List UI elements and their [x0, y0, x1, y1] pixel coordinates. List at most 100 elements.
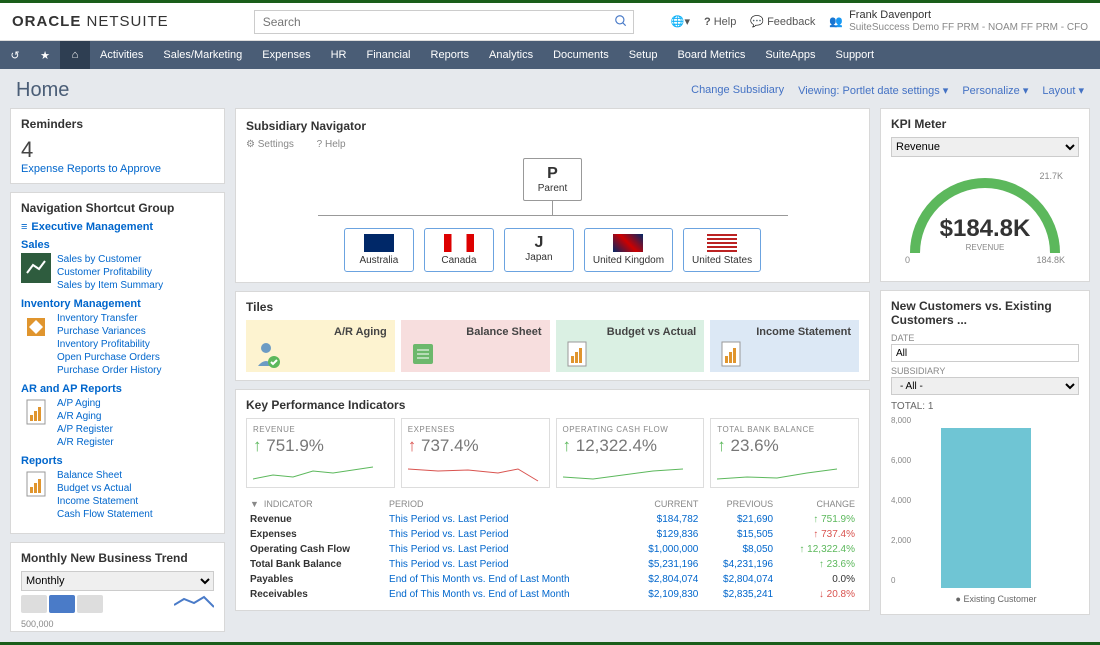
- nav-documents[interactable]: Documents: [543, 41, 619, 69]
- kpi-expenses[interactable]: EXPENSES ↑ 737.4%: [401, 418, 550, 488]
- nav-expenses[interactable]: Expenses: [252, 41, 320, 69]
- subnav-settings[interactable]: ⚙ Settings: [246, 139, 304, 150]
- new-customers-portlet: New Customers vs. Existing Customers ...…: [880, 290, 1090, 615]
- trend-axis: 500,000: [21, 619, 214, 629]
- subsidiary-navigator: Subsidiary Navigator ⚙ Settings ? Help P…: [235, 108, 870, 283]
- user-menu[interactable]: 👥 Frank Davenport SuiteSuccess Demo FF P…: [829, 9, 1088, 34]
- nav-setup[interactable]: Setup: [619, 41, 668, 69]
- subsidiary-select[interactable]: - All -: [891, 377, 1079, 395]
- kpi-portlet: Key Performance Indicators REVENUE ↑ 751…: [235, 389, 870, 611]
- nav-hr[interactable]: HR: [321, 41, 357, 69]
- org-japan[interactable]: JJapan: [504, 228, 574, 272]
- link-sales-cust[interactable]: Sales by Customer: [57, 253, 163, 266]
- trend-portlet: Monthly New Business Trend Monthly 500,0…: [10, 542, 225, 632]
- trend-btn-3[interactable]: [77, 595, 103, 613]
- link-ar-aging[interactable]: A/R Aging: [57, 410, 114, 423]
- trend-title: Monthly New Business Trend: [21, 551, 214, 565]
- link-open-po[interactable]: Open Purchase Orders: [57, 351, 161, 364]
- table-row[interactable]: PayablesEnd of This Month vs. End of Las…: [246, 572, 859, 587]
- link-inv-transfer[interactable]: Inventory Transfer: [57, 312, 161, 325]
- kpi-revenue[interactable]: REVENUE ↑ 751.9%: [246, 418, 395, 488]
- tiles-portlet: Tiles A/R Aging Balance Sheet Budget vs …: [235, 291, 870, 381]
- table-row[interactable]: Operating Cash FlowThis Period vs. Last …: [246, 542, 859, 557]
- table-row[interactable]: ExpensesThis Period vs. Last Period$129,…: [246, 527, 859, 542]
- home-icon[interactable]: ⌂: [60, 41, 90, 69]
- reports-icon: [21, 397, 51, 427]
- grp-inv: Inventory Management: [21, 298, 214, 310]
- nav-activities[interactable]: Activities: [90, 41, 153, 69]
- trend-btn-2[interactable]: [49, 595, 75, 613]
- reminders-link[interactable]: Expense Reports to Approve: [21, 163, 161, 175]
- grp-arap: AR and AP Reports: [21, 383, 214, 395]
- globe-icon[interactable]: 🌐▾: [671, 15, 690, 28]
- search-icon[interactable]: [614, 14, 628, 28]
- date-input[interactable]: [891, 344, 1079, 362]
- link-po-hist[interactable]: Purchase Order History: [57, 364, 161, 377]
- org-us[interactable]: United States: [683, 228, 761, 272]
- table-row[interactable]: RevenueThis Period vs. Last Period$184,7…: [246, 512, 859, 527]
- table-row[interactable]: ReceivablesEnd of This Month vs. End of …: [246, 587, 859, 602]
- nc-title: New Customers vs. Existing Customers ...: [891, 299, 1079, 327]
- layout[interactable]: Layout ▾: [1042, 84, 1084, 97]
- sub-lbl: SUBSIDIARY: [891, 366, 1079, 376]
- user-icon: 👥: [829, 15, 843, 28]
- trend-period-select[interactable]: Monthly: [21, 571, 214, 591]
- trend-spark-icon: [174, 595, 214, 611]
- link-bva[interactable]: Budget vs Actual: [57, 482, 153, 495]
- menu-icon: ≡: [21, 221, 27, 233]
- tile-income[interactable]: Income Statement: [710, 320, 859, 372]
- recent-icon[interactable]: ↺: [0, 41, 30, 69]
- tile-balance-sheet[interactable]: Balance Sheet: [401, 320, 550, 372]
- personalize[interactable]: Personalize ▾: [962, 84, 1028, 97]
- link-inv-prof[interactable]: Inventory Profitability: [57, 338, 161, 351]
- trend-btn-1[interactable]: [21, 595, 47, 613]
- feedback-link[interactable]: 💬 Feedback: [750, 15, 815, 28]
- nav-board[interactable]: Board Metrics: [667, 41, 755, 69]
- star-icon[interactable]: ★: [30, 41, 60, 69]
- grp-reports: Reports: [21, 455, 214, 467]
- tile-ar-aging[interactable]: A/R Aging: [246, 320, 395, 372]
- kpi-bank[interactable]: TOTAL BANK BALANCE ↑ 23.6%: [710, 418, 859, 488]
- viewing-settings[interactable]: Viewing: Portlet date settings ▾: [798, 84, 948, 97]
- reminders-portlet: Reminders 4 Expense Reports to Approve: [10, 108, 225, 184]
- tile-budget[interactable]: Budget vs Actual: [556, 320, 705, 372]
- kpi-ocf[interactable]: OPERATING CASH FLOW ↑ 12,322.4%: [556, 418, 705, 488]
- nav-support[interactable]: Support: [825, 41, 884, 69]
- user-role: SuiteSuccess Demo FF PRM - NOAM FF PRM -…: [849, 22, 1088, 34]
- link-is[interactable]: Income Statement: [57, 495, 153, 508]
- org-canada[interactable]: Canada: [424, 228, 494, 272]
- gauge-min: 0: [905, 255, 910, 265]
- link-ar-reg[interactable]: A/R Register: [57, 436, 114, 449]
- meter-select[interactable]: Revenue: [891, 137, 1079, 157]
- doc-chart-icon: [564, 340, 592, 368]
- exec-mgmt[interactable]: ≡ Executive Management: [21, 221, 214, 233]
- org-uk[interactable]: United Kingdom: [584, 228, 673, 272]
- reminders-title: Reminders: [21, 117, 214, 131]
- subnav-help[interactable]: ? Help: [317, 139, 356, 150]
- link-ap-aging[interactable]: A/P Aging: [57, 397, 114, 410]
- nav-financial[interactable]: Financial: [356, 41, 420, 69]
- ledger-icon: [409, 340, 437, 368]
- link-cust-prof[interactable]: Customer Profitability: [57, 266, 163, 279]
- table-row[interactable]: Total Bank BalanceThis Period vs. Last P…: [246, 557, 859, 572]
- nav-reports[interactable]: Reports: [421, 41, 480, 69]
- link-purch-var[interactable]: Purchase Variances: [57, 325, 161, 338]
- org-parent[interactable]: P Parent: [523, 158, 582, 201]
- logo: ORACLE NETSUITE: [12, 13, 169, 30]
- change-subsidiary[interactable]: Change Subsidiary: [691, 84, 784, 97]
- nav-items: Activities Sales/Marketing Expenses HR F…: [90, 41, 884, 69]
- help-link[interactable]: ? Help: [704, 16, 736, 28]
- link-sales-item[interactable]: Sales by Item Summary: [57, 279, 163, 292]
- org-australia[interactable]: Australia: [344, 228, 414, 272]
- link-ap-reg[interactable]: A/P Register: [57, 423, 114, 436]
- inventory-icon: [21, 312, 51, 342]
- link-bs[interactable]: Balance Sheet: [57, 469, 153, 482]
- nav-analytics[interactable]: Analytics: [479, 41, 543, 69]
- date-lbl: DATE: [891, 333, 1079, 343]
- nav-suiteapps[interactable]: SuiteApps: [755, 41, 825, 69]
- search-input[interactable]: [254, 10, 634, 34]
- link-cfs[interactable]: Cash Flow Statement: [57, 508, 153, 521]
- reminders-count: 4: [21, 137, 214, 163]
- subnav-title: Subsidiary Navigator: [246, 119, 859, 133]
- nav-sales[interactable]: Sales/Marketing: [153, 41, 252, 69]
